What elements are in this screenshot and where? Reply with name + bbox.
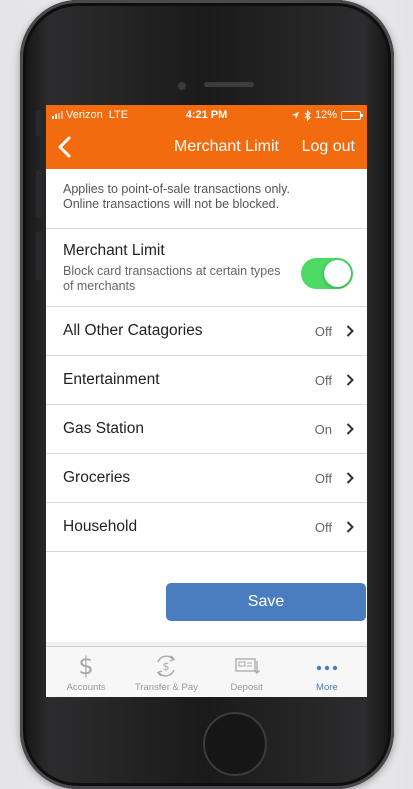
chevron-right-icon [346,374,354,386]
tab-accounts[interactable]: $ Accounts [46,647,126,697]
category-row-all-other[interactable]: All Other Catagories Off [46,307,367,356]
merchant-limit-title: Merchant Limit [63,242,165,259]
chevron-right-icon [346,325,354,337]
carrier-name: Verizon [66,109,103,121]
tab-label: Transfer & Pay [134,682,198,693]
settings-content: Applies to point-of-sale transactions on… [46,169,367,642]
dollar-icon: $ [76,653,96,679]
tab-transfer-pay[interactable]: $ Transfer & Pay [126,647,206,697]
chevron-right-icon [346,472,354,484]
volume-up-button [36,170,42,218]
chevron-right-icon [346,521,354,533]
category-status: Off [314,372,332,388]
svg-text:$: $ [163,660,170,673]
notice-line-2: Online transactions will not be blocked. [63,197,280,211]
battery-percent: 12% [314,109,337,121]
tab-deposit[interactable]: Deposit [207,647,287,697]
tab-label: More [316,682,338,693]
deposit-check-icon [233,653,261,679]
tab-label: Accounts [66,682,106,693]
toggle-knob [324,260,351,287]
tab-more[interactable]: More [287,647,367,697]
category-row-household[interactable]: Household Off [46,503,367,552]
pos-notice: Applies to point-of-sale transactions on… [46,169,367,229]
earpiece-speaker [204,82,254,87]
front-camera [178,82,186,90]
merchant-limit-description: Block card transactions at certain types… [63,264,281,293]
bluetooth-icon [304,109,311,121]
logout-button[interactable]: Log out [290,125,367,169]
location-arrow-icon [291,111,300,119]
status-left: Verizon LTE [52,109,128,121]
navigation-bar: Merchant Limit Log out [46,125,367,169]
transfer-icon: $ [153,653,179,679]
category-row-entertainment[interactable]: Entertainment Off [46,356,367,405]
signal-icon [52,111,63,119]
category-name: Entertainment [63,371,160,388]
merchant-limit-toggle[interactable] [301,258,353,289]
spacer [46,552,367,583]
network-type: LTE [108,109,129,121]
category-status: On [314,421,332,437]
notice-line-1: Applies to point-of-sale transactions on… [63,182,290,196]
volume-down-button [36,232,42,280]
page-title: Merchant Limit [174,138,279,155]
category-status: Off [314,470,332,486]
status-bar: Verizon LTE 4:21 PM 12% [46,105,367,125]
tab-bar: $ Accounts $ Transfer & Pay Deposit More [46,646,367,697]
status-right: 12% [291,109,363,121]
save-button[interactable]: Save [166,583,366,621]
battery-icon [341,110,363,120]
home-button[interactable] [203,712,267,776]
category-name: Gas Station [63,420,144,437]
category-list: All Other Catagories Off Entertainment O… [46,307,367,552]
svg-text:$: $ [78,653,93,679]
category-name: Groceries [63,469,131,486]
merchant-limit-row: Merchant Limit Block card transactions a… [46,229,367,307]
category-status: Off [314,323,332,339]
category-row-groceries[interactable]: Groceries Off [46,454,367,503]
save-area: Save [46,583,367,642]
category-status: Off [314,519,332,535]
app-screen: Verizon LTE 4:21 PM 12% Merchant Limit L… [46,105,367,697]
mute-switch [36,110,42,136]
category-name: All Other Catagories [63,322,203,339]
more-dots-icon [314,653,340,679]
category-row-gas-station[interactable]: Gas Station On [46,405,367,454]
category-name: Household [63,518,138,535]
tab-label: Deposit [230,682,263,693]
chevron-right-icon [346,423,354,435]
